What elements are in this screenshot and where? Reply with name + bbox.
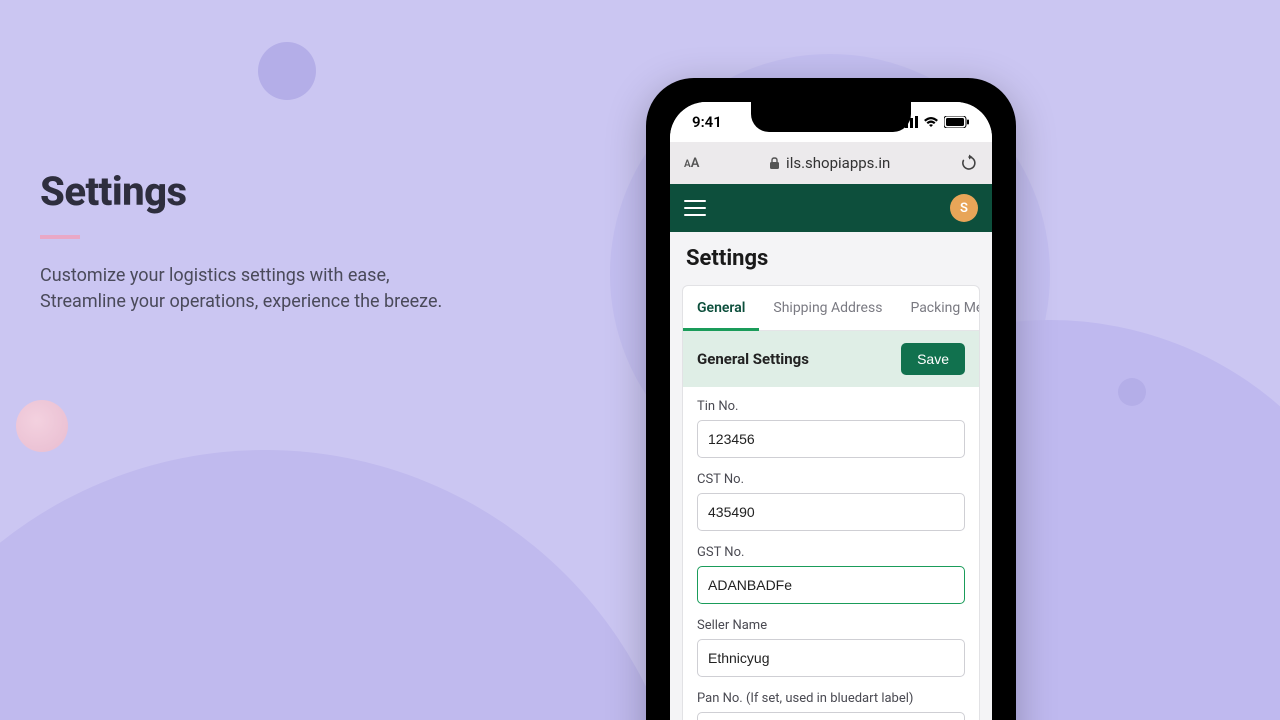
settings-form: Tin No. CST No. GST No. Seller Name bbox=[683, 387, 979, 720]
avatar[interactable]: S bbox=[950, 194, 978, 222]
field-pan: Pan No. (If set, used in bluedart label) bbox=[697, 691, 965, 720]
phone-screen: 9:41 AA ils.shopiapps.in bbox=[670, 102, 992, 720]
settings-card: General Shipping Address Packing Measure… bbox=[682, 285, 980, 720]
app-header: S bbox=[670, 184, 992, 232]
gst-label: GST No. bbox=[697, 545, 965, 560]
bg-circle bbox=[1118, 378, 1146, 406]
wifi-icon bbox=[923, 116, 939, 128]
tab-general[interactable]: General bbox=[683, 286, 759, 331]
field-cst: CST No. bbox=[697, 472, 965, 531]
bg-circle bbox=[0, 450, 690, 720]
section-title: General Settings bbox=[697, 350, 809, 368]
page-body: Settings General Shipping Address Packin… bbox=[670, 232, 992, 720]
section-header: General Settings Save bbox=[683, 331, 979, 387]
bg-circle bbox=[258, 42, 316, 100]
menu-button[interactable] bbox=[684, 200, 706, 216]
seller-name-label: Seller Name bbox=[697, 618, 965, 633]
cst-label: CST No. bbox=[697, 472, 965, 487]
battery-icon bbox=[944, 116, 970, 128]
save-button[interactable]: Save bbox=[901, 343, 965, 375]
status-time: 9:41 bbox=[692, 113, 722, 131]
pan-input[interactable] bbox=[697, 712, 965, 720]
text-size-button[interactable]: AA bbox=[684, 156, 699, 171]
cst-input[interactable] bbox=[697, 493, 965, 531]
page-heading: Settings bbox=[40, 168, 520, 215]
tab-shipping-address[interactable]: Shipping Address bbox=[759, 286, 896, 330]
page-subtext: Customize your logistics settings with e… bbox=[40, 263, 520, 315]
heading-underline bbox=[40, 235, 80, 239]
tab-packing-measure[interactable]: Packing Measure bbox=[896, 286, 980, 330]
url-display[interactable]: ils.shopiapps.in bbox=[711, 154, 948, 172]
bg-circle bbox=[16, 400, 68, 452]
tin-input[interactable] bbox=[697, 420, 965, 458]
gst-input[interactable] bbox=[697, 566, 965, 604]
tin-label: Tin No. bbox=[697, 399, 965, 414]
reload-icon bbox=[960, 154, 978, 172]
phone-notch bbox=[751, 102, 911, 132]
field-tin: Tin No. bbox=[697, 399, 965, 458]
reload-button[interactable] bbox=[960, 154, 978, 172]
field-seller-name: Seller Name bbox=[697, 618, 965, 677]
pan-label: Pan No. (If set, used in bluedart label) bbox=[697, 691, 965, 706]
browser-address-bar: AA ils.shopiapps.in bbox=[670, 142, 992, 184]
seller-name-input[interactable] bbox=[697, 639, 965, 677]
field-gst: GST No. bbox=[697, 545, 965, 604]
phone-frame: 9:41 AA ils.shopiapps.in bbox=[646, 78, 1016, 720]
hamburger-icon bbox=[684, 200, 706, 202]
url-text: ils.shopiapps.in bbox=[786, 154, 890, 172]
lock-icon bbox=[769, 157, 780, 170]
page-title: Settings bbox=[682, 246, 980, 271]
phone-mockup: 9:41 AA ils.shopiapps.in bbox=[646, 78, 1016, 720]
tabs: General Shipping Address Packing Measure bbox=[683, 286, 979, 331]
marketing-copy: Settings Customize your logistics settin… bbox=[40, 168, 520, 315]
